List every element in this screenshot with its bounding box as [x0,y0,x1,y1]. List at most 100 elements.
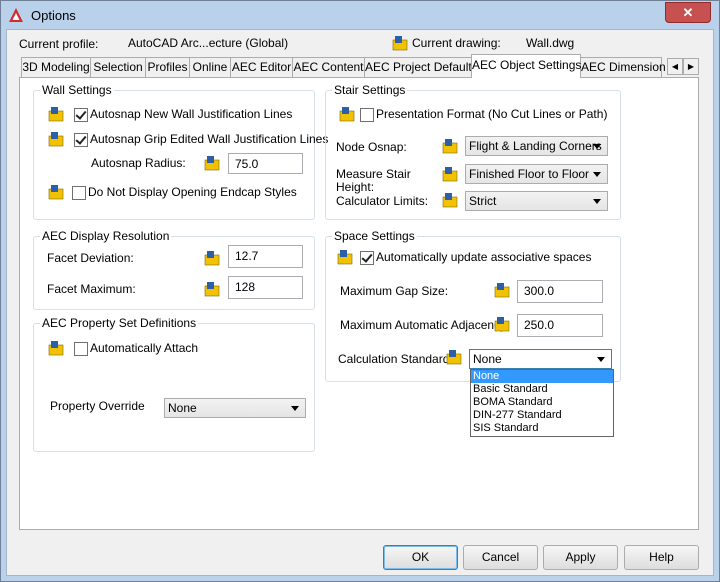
drawing-icon [337,250,353,265]
chevron-down-icon [593,144,601,149]
chevron-down-icon [593,199,601,204]
chevron-down-icon [291,406,299,411]
auto-update-spaces-label: Automatically update associative spaces [376,250,592,264]
no-endcap-checkbox[interactable] [72,186,86,200]
dropdown-option-basic[interactable]: Basic Standard [471,383,613,396]
tab-online[interactable]: Online [189,57,231,77]
group-title: Space Settings [332,229,417,243]
drawing-icon [204,251,220,266]
drawing-icon [48,185,64,200]
chevron-down-icon [597,357,605,362]
no-endcap-label: Do Not Display Opening Endcap Styles [88,185,297,199]
drawing-icon [446,350,462,365]
drawing-icon [204,156,220,171]
tab-label: AEC Project Defaults [365,60,478,74]
apply-button[interactable]: Apply [543,545,618,570]
max-adjacency-input[interactable]: 250.0 [517,314,603,337]
chevron-right-icon: ▶ [687,62,695,71]
auto-update-spaces-checkbox[interactable] [360,251,374,265]
tab-aec-project-defaults[interactable]: AEC Project Defaults [364,57,478,77]
calculator-limits-select[interactable]: Strict [465,191,608,211]
tab-label: Online [192,60,228,74]
max-adjacency-label: Maximum Automatic Adjacency [340,318,507,332]
tab-aec-editor[interactable]: AEC Editor [230,57,293,77]
current-profile-value: AutoCAD Arc...ecture (Global) [128,36,289,50]
drawing-icon [48,132,64,147]
current-drawing-value: Wall.dwg [526,36,575,50]
max-gap-label: Maximum Gap Size: [340,284,449,298]
dropdown-option-none[interactable]: None [471,370,613,383]
node-osnap-label: Node Osnap: [336,140,407,154]
tab-profiles[interactable]: Profiles [145,57,190,77]
current-profile-label: Current profile: [19,37,99,51]
autocad-logo-icon [9,8,23,22]
facet-maximum-input[interactable]: 128 [228,276,303,299]
calc-standard-select[interactable]: None [469,349,612,369]
tab-label: AEC Object Settings [472,58,582,72]
tab-aec-dimension[interactable]: AEC Dimension [580,57,666,77]
select-value: Finished Floor to Floor [469,167,590,181]
group-title: Wall Settings [40,83,114,97]
facet-deviation-input[interactable]: 12.7 [228,245,303,268]
property-override-select[interactable]: None [164,398,306,418]
window-title: Options [31,8,76,23]
drawing-icon [442,167,458,182]
close-icon: ✕ [682,5,694,20]
drawing-icon [494,283,510,298]
auto-attach-checkbox[interactable] [74,342,88,356]
select-value: Flight & Landing Corners [469,139,602,153]
tab-label: Profiles [147,60,188,74]
tab-label: AEC Editor [231,60,292,74]
max-gap-input[interactable]: 300.0 [517,280,603,303]
dropdown-option-boma[interactable]: BOMA Standard [471,396,613,409]
cancel-button[interactable]: Cancel [463,545,538,570]
select-value: None [473,352,502,366]
chevron-down-icon [593,172,601,177]
tab-aec-object-settings[interactable]: AEC Object Settings [471,54,581,78]
presentation-format-checkbox[interactable] [360,108,374,122]
select-value: Strict [469,194,497,208]
help-button[interactable]: Help [624,545,699,570]
select-value: None [168,401,197,415]
calculator-limits-label: Calculator Limits: [336,194,429,208]
measure-stair-select[interactable]: Finished Floor to Floor [465,164,608,184]
autosnap-radius-input[interactable]: 75.0 [228,153,303,174]
facet-deviation-label: Facet Deviation: [47,251,134,265]
calc-standard-label: Calculation Standard: [338,352,453,366]
ok-button[interactable]: OK [383,545,458,570]
close-button[interactable]: ✕ [665,2,711,23]
tab-label: AEC Dimension [581,60,666,74]
drawing-icon [48,107,64,122]
calc-standard-dropdown-list: None Basic Standard BOMA Standard DIN-27… [470,369,614,437]
drawing-icon [392,36,408,51]
tab-3d-modeling[interactable]: 3D Modeling [21,57,91,77]
title-bar[interactable]: Options [1,1,719,29]
autosnap-new-checkbox[interactable] [74,108,88,122]
drawing-icon [204,282,220,297]
group-title: AEC Display Resolution [40,229,172,243]
autosnap-grip-checkbox[interactable] [74,133,88,147]
tab-scroll-left-button[interactable]: ◀ [667,58,683,75]
tab-selection[interactable]: Selection [90,57,146,77]
presentation-format-label: Presentation Format (No Cut Lines or Pat… [376,107,608,121]
tab-label: 3D Modeling [22,60,90,74]
autosnap-radius-label: Autosnap Radius: [91,156,186,170]
tab-scroll-right-button[interactable]: ▶ [683,58,699,75]
current-drawing-label: Current drawing: [412,36,501,50]
property-override-label: Property Override [50,399,145,413]
drawing-icon [442,139,458,154]
group-title: Stair Settings [332,83,408,97]
autosnap-grip-label: Autosnap Grip Edited Wall Justification … [90,132,329,146]
drawing-icon [494,317,510,332]
tab-label: AEC Content [293,60,364,74]
node-osnap-select[interactable]: Flight & Landing Corners [465,136,608,156]
tab-label: Selection [93,60,143,74]
dropdown-option-sis[interactable]: SIS Standard [471,422,613,435]
measure-stair-label: Measure Stair [336,167,411,181]
tab-aec-content[interactable]: AEC Content [292,57,365,77]
dropdown-option-din-277[interactable]: DIN-277 Standard [471,409,613,422]
measure-stair-height-label: Height: [336,180,375,194]
group-title: AEC Property Set Definitions [40,316,199,330]
facet-maximum-label: Facet Maximum: [47,282,136,296]
drawing-icon [442,193,458,208]
